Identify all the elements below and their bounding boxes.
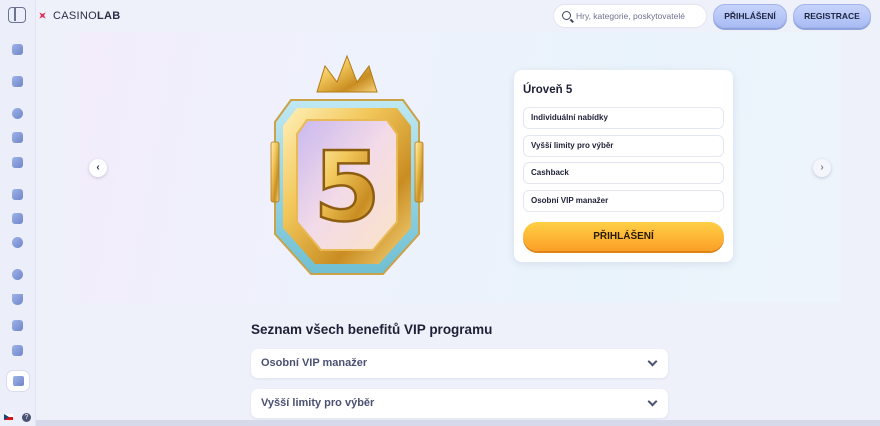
home-icon[interactable] bbox=[12, 76, 23, 87]
horizontal-scrollbar[interactable] bbox=[36, 420, 880, 426]
accordion-item[interactable]: Osobní VIP manažer bbox=[251, 349, 668, 378]
prev-arrow-icon[interactable]: ‹ bbox=[89, 159, 107, 177]
promo-icon[interactable] bbox=[12, 44, 23, 55]
next-arrow-icon[interactable]: › bbox=[813, 159, 831, 177]
top-header: CASINOLAB Hry, kategorie, poskytovatelé … bbox=[36, 0, 880, 32]
trophy-icon[interactable] bbox=[12, 294, 23, 305]
slots-icon[interactable] bbox=[12, 108, 23, 119]
logo-star-icon bbox=[36, 9, 50, 23]
card-games-icon[interactable] bbox=[12, 157, 23, 168]
casino-logo[interactable]: CASINOLAB bbox=[36, 7, 121, 25]
benefit-item: Individuální nabídky bbox=[523, 107, 724, 129]
search-input[interactable]: Hry, kategorie, poskytovatelé bbox=[553, 4, 707, 28]
sidebar: ? bbox=[0, 0, 36, 426]
bonus-icon[interactable] bbox=[12, 320, 23, 331]
login-button[interactable]: PŘIHLÁŠENÍ bbox=[713, 4, 787, 28]
benefit-item: Osobní VIP manažer bbox=[523, 190, 724, 212]
table-games-icon[interactable] bbox=[12, 213, 23, 224]
live-casino-icon[interactable] bbox=[12, 132, 23, 143]
level-number: 5 bbox=[314, 131, 381, 243]
crown-icon bbox=[13, 376, 24, 386]
accordion-item[interactable]: Vyšší limity pro výběr bbox=[251, 389, 668, 418]
benefit-item: Vyšší limity pro výběr bbox=[523, 135, 724, 157]
help-icon[interactable]: ? bbox=[22, 413, 31, 422]
chevron-down-icon bbox=[647, 356, 658, 367]
register-button[interactable]: REGISTRACE bbox=[793, 4, 871, 28]
card-login-button[interactable]: PŘIHLÁŠENÍ bbox=[523, 222, 724, 251]
jackpot-icon[interactable] bbox=[12, 189, 23, 200]
level-badge-image: 5 bbox=[270, 54, 424, 275]
chevron-down-icon bbox=[647, 396, 658, 407]
benefits-section-title: Seznam všech benefitů VIP programu bbox=[251, 322, 493, 337]
vip-level-banner: ‹ › 5 Úroveň 5 Individuální nabídky Vyšš… bbox=[79, 32, 841, 303]
benefit-item: Cashback bbox=[523, 162, 724, 184]
accordion-label: Osobní VIP manažer bbox=[261, 357, 368, 369]
language-flag-icon[interactable] bbox=[4, 414, 13, 420]
vip-icon[interactable] bbox=[12, 345, 23, 356]
sidebar-toggle-icon[interactable] bbox=[8, 7, 26, 23]
logo-text: CASINOLAB bbox=[53, 10, 121, 22]
video-poker-icon[interactable] bbox=[12, 237, 23, 248]
vip-crown-button[interactable] bbox=[6, 370, 30, 392]
level-card: Úroveň 5 Individuální nabídky Vyšší limi… bbox=[514, 70, 733, 262]
search-placeholder: Hry, kategorie, poskytovatelé bbox=[576, 11, 685, 21]
roulette-icon[interactable] bbox=[12, 269, 23, 280]
level-title: Úroveň 5 bbox=[523, 84, 573, 96]
accordion-label: Vyšší limity pro výběr bbox=[261, 397, 375, 409]
search-icon bbox=[562, 11, 571, 20]
